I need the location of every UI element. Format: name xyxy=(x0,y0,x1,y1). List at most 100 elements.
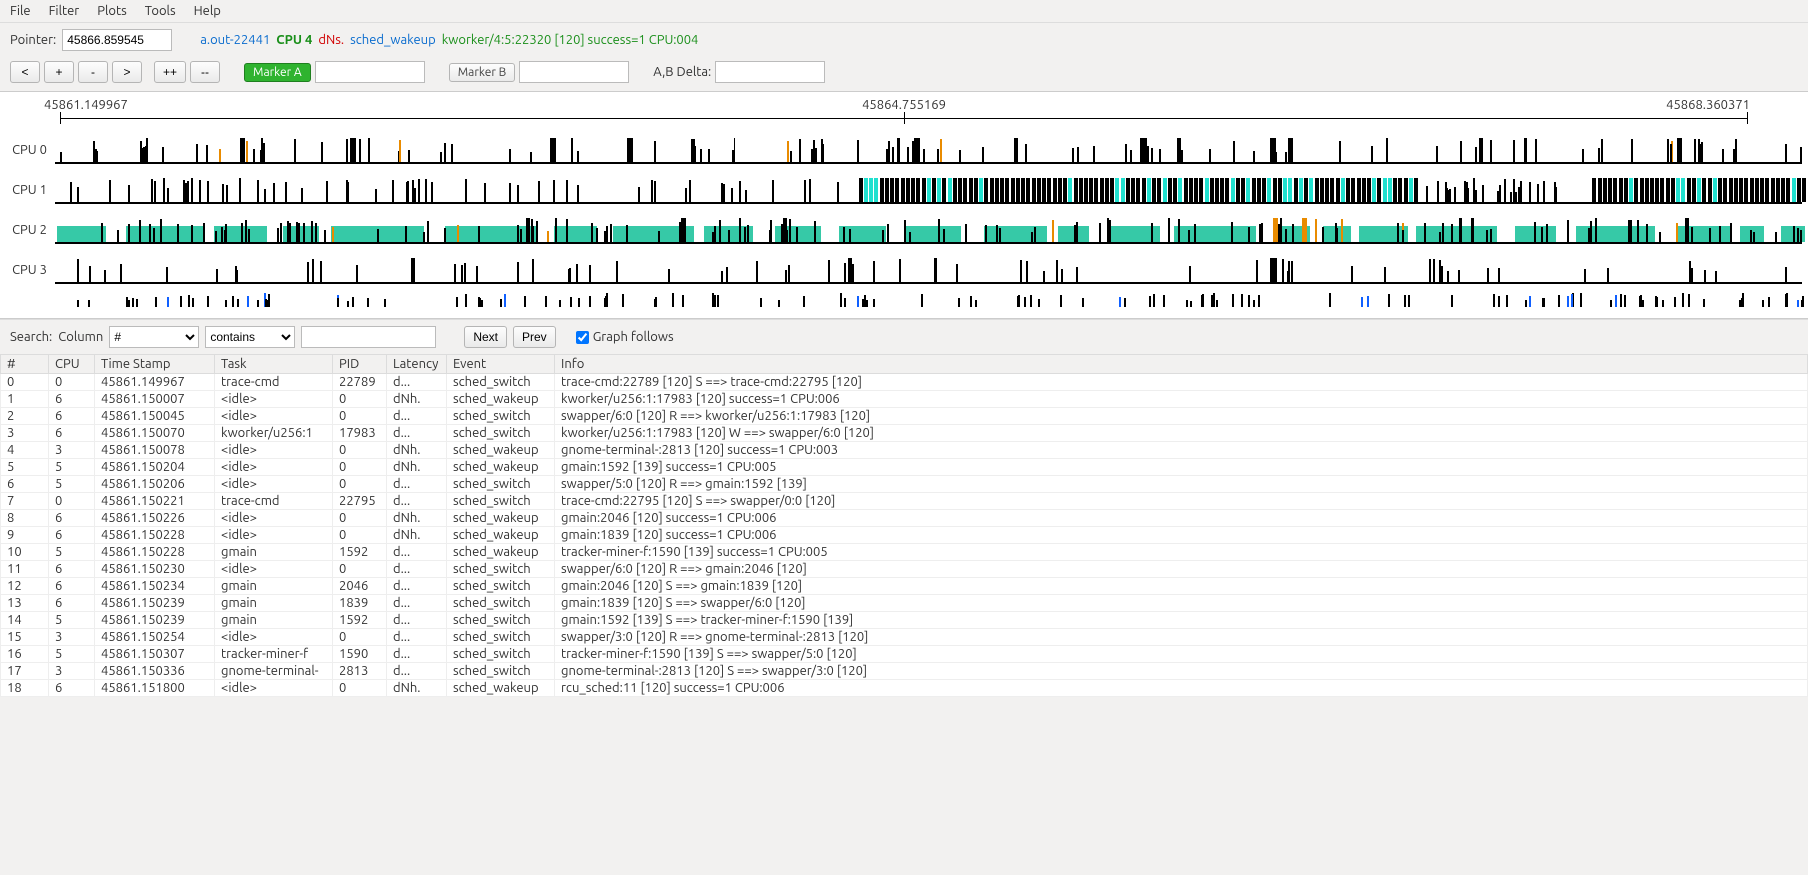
toolbar: < + - > ++ -- Marker A Marker B A,B Delt… xyxy=(0,57,1808,91)
cpu-label: CPU 2 xyxy=(0,223,55,237)
cell-n: 11 xyxy=(1,561,49,578)
search-prev-button[interactable]: Prev xyxy=(513,326,556,348)
pointer-cpu: CPU 4 xyxy=(276,33,312,47)
table-row[interactable]: 8645861.150226<idle>0dNh.sched_wakeupgma… xyxy=(1,510,1808,527)
cell-n: 17 xyxy=(1,663,49,680)
cell-ts: 45861.150221 xyxy=(95,493,215,510)
cell-n: 9 xyxy=(1,527,49,544)
cell-evt: sched_switch xyxy=(447,374,555,391)
cell-cpu: 6 xyxy=(49,527,95,544)
table-row[interactable]: 16545861.150307tracker-miner-f1590d...sc… xyxy=(1,646,1808,663)
marker-b-input[interactable] xyxy=(519,61,629,83)
table-row[interactable]: 2645861.150045<idle>0d...sched_switchswa… xyxy=(1,408,1808,425)
ab-delta-input[interactable] xyxy=(715,61,825,83)
cell-pid: 0 xyxy=(333,476,387,493)
cell-pid: 0 xyxy=(333,527,387,544)
cell-lat: dNh. xyxy=(387,459,447,476)
col-lat[interactable]: Latency xyxy=(387,355,447,374)
table-row[interactable]: 7045861.150221trace-cmd22795d...sched_sw… xyxy=(1,493,1808,510)
cpu-track[interactable] xyxy=(55,176,1802,204)
cell-ts: 45861.150228 xyxy=(95,544,215,561)
cell-evt: sched_wakeup xyxy=(447,442,555,459)
cell-info: kworker/u256:1:17983 [120] success=1 CPU… xyxy=(555,391,1808,408)
col-info[interactable]: Info xyxy=(555,355,1808,374)
col-task[interactable]: Task xyxy=(215,355,333,374)
menu-plots[interactable]: Plots xyxy=(97,4,127,18)
cpu-track[interactable] xyxy=(55,256,1802,284)
cell-pid: 22789 xyxy=(333,374,387,391)
graph-follows-checkbox[interactable]: Graph follows xyxy=(576,330,674,344)
menu-tools[interactable]: Tools xyxy=(145,4,176,18)
menu-filter[interactable]: Filter xyxy=(49,4,80,18)
col-evt[interactable]: Event xyxy=(447,355,555,374)
table-row[interactable]: 10545861.150228gmain1592d...sched_wakeup… xyxy=(1,544,1808,561)
cell-n: 10 xyxy=(1,544,49,561)
cell-n: 6 xyxy=(1,476,49,493)
cpu-track[interactable] xyxy=(55,293,1802,307)
cell-evt: sched_switch xyxy=(447,493,555,510)
ab-delta-label: A,B Delta: xyxy=(653,65,711,79)
cell-lat: d... xyxy=(387,629,447,646)
table-row[interactable]: 9645861.150228<idle>0dNh.sched_wakeupgma… xyxy=(1,527,1808,544)
table-row[interactable]: 0045861.149967trace-cmd22789d...sched_sw… xyxy=(1,374,1808,391)
pointer-input[interactable] xyxy=(62,29,172,51)
menu-file[interactable]: File xyxy=(10,4,31,18)
zoom-out-button[interactable]: - xyxy=(78,61,108,83)
cell-task: <idle> xyxy=(215,527,333,544)
marker-b-label[interactable]: Marker B xyxy=(449,63,516,82)
table-row[interactable]: 11645861.150230<idle>0d...sched_switchsw… xyxy=(1,561,1808,578)
nav-forward-button[interactable]: > xyxy=(112,61,142,83)
search-input[interactable] xyxy=(301,326,436,348)
cell-task: gnome-terminal- xyxy=(215,663,333,680)
zoom-out-full-button[interactable]: -- xyxy=(190,61,220,83)
table-row[interactable]: 13645861.150239gmain1839d...sched_switch… xyxy=(1,595,1808,612)
table-row[interactable]: 18645861.151800<idle>0dNh.sched_wakeuprc… xyxy=(1,680,1808,697)
zoom-in-full-button[interactable]: ++ xyxy=(154,61,186,83)
table-row[interactable]: 1645861.150007<idle>0dNh.sched_wakeupkwo… xyxy=(1,391,1808,408)
cell-pid: 1590 xyxy=(333,646,387,663)
table-row[interactable]: 14545861.150239gmain1592d...sched_switch… xyxy=(1,612,1808,629)
cell-pid: 0 xyxy=(333,629,387,646)
cell-info: trace-cmd:22789 [120] S ==> trace-cmd:22… xyxy=(555,374,1808,391)
cell-task: <idle> xyxy=(215,442,333,459)
cpu-track[interactable] xyxy=(55,216,1802,244)
menu-help[interactable]: Help xyxy=(194,4,221,18)
cell-n: 14 xyxy=(1,612,49,629)
zoom-in-button[interactable]: + xyxy=(44,61,74,83)
marker-a-input[interactable] xyxy=(315,61,425,83)
cell-task: <idle> xyxy=(215,629,333,646)
col-ts[interactable]: Time Stamp xyxy=(95,355,215,374)
search-column-select[interactable]: # xyxy=(109,326,199,348)
cell-ts: 45861.150078 xyxy=(95,442,215,459)
cell-task: <idle> xyxy=(215,408,333,425)
table-row[interactable]: 15345861.150254<idle>0d...sched_switchsw… xyxy=(1,629,1808,646)
table-row[interactable]: 6545861.150206<idle>0d...sched_switchswa… xyxy=(1,476,1808,493)
cell-ts: 45861.150254 xyxy=(95,629,215,646)
cpu-label: CPU 1 xyxy=(0,183,55,197)
cell-cpu: 5 xyxy=(49,476,95,493)
marker-a-label[interactable]: Marker A xyxy=(244,63,311,82)
cell-pid: 0 xyxy=(333,391,387,408)
table-row[interactable]: 3645861.150070kworker/u256:117983d...sch… xyxy=(1,425,1808,442)
cell-evt: sched_switch xyxy=(447,663,555,680)
search-next-button[interactable]: Next xyxy=(464,326,507,348)
search-predicate-select[interactable]: contains xyxy=(205,326,295,348)
nav-back-button[interactable]: < xyxy=(10,61,40,83)
col-pid[interactable]: PID xyxy=(333,355,387,374)
cpu-row-0: CPU 0 xyxy=(0,130,1808,170)
col-cpu[interactable]: CPU xyxy=(49,355,95,374)
table-row[interactable]: 4345861.150078<idle>0dNh.sched_wakeupgno… xyxy=(1,442,1808,459)
cell-cpu: 6 xyxy=(49,680,95,697)
events-table-wrap[interactable]: # CPU Time Stamp Task PID Latency Event … xyxy=(0,354,1808,697)
cell-evt: sched_switch xyxy=(447,425,555,442)
cell-cpu: 6 xyxy=(49,408,95,425)
table-row[interactable]: 5545861.150204<idle>0dNh.sched_wakeupgma… xyxy=(1,459,1808,476)
cell-evt: sched_wakeup xyxy=(447,459,555,476)
table-row[interactable]: 17345861.150336gnome-terminal-2813d...sc… xyxy=(1,663,1808,680)
cell-evt: sched_switch xyxy=(447,629,555,646)
table-row[interactable]: 12645861.150234gmain2046d...sched_switch… xyxy=(1,578,1808,595)
col-num[interactable]: # xyxy=(1,355,49,374)
graph-follows-input[interactable] xyxy=(576,331,589,344)
cpu-row-overflow xyxy=(0,290,1808,310)
cpu-track[interactable] xyxy=(55,136,1802,164)
